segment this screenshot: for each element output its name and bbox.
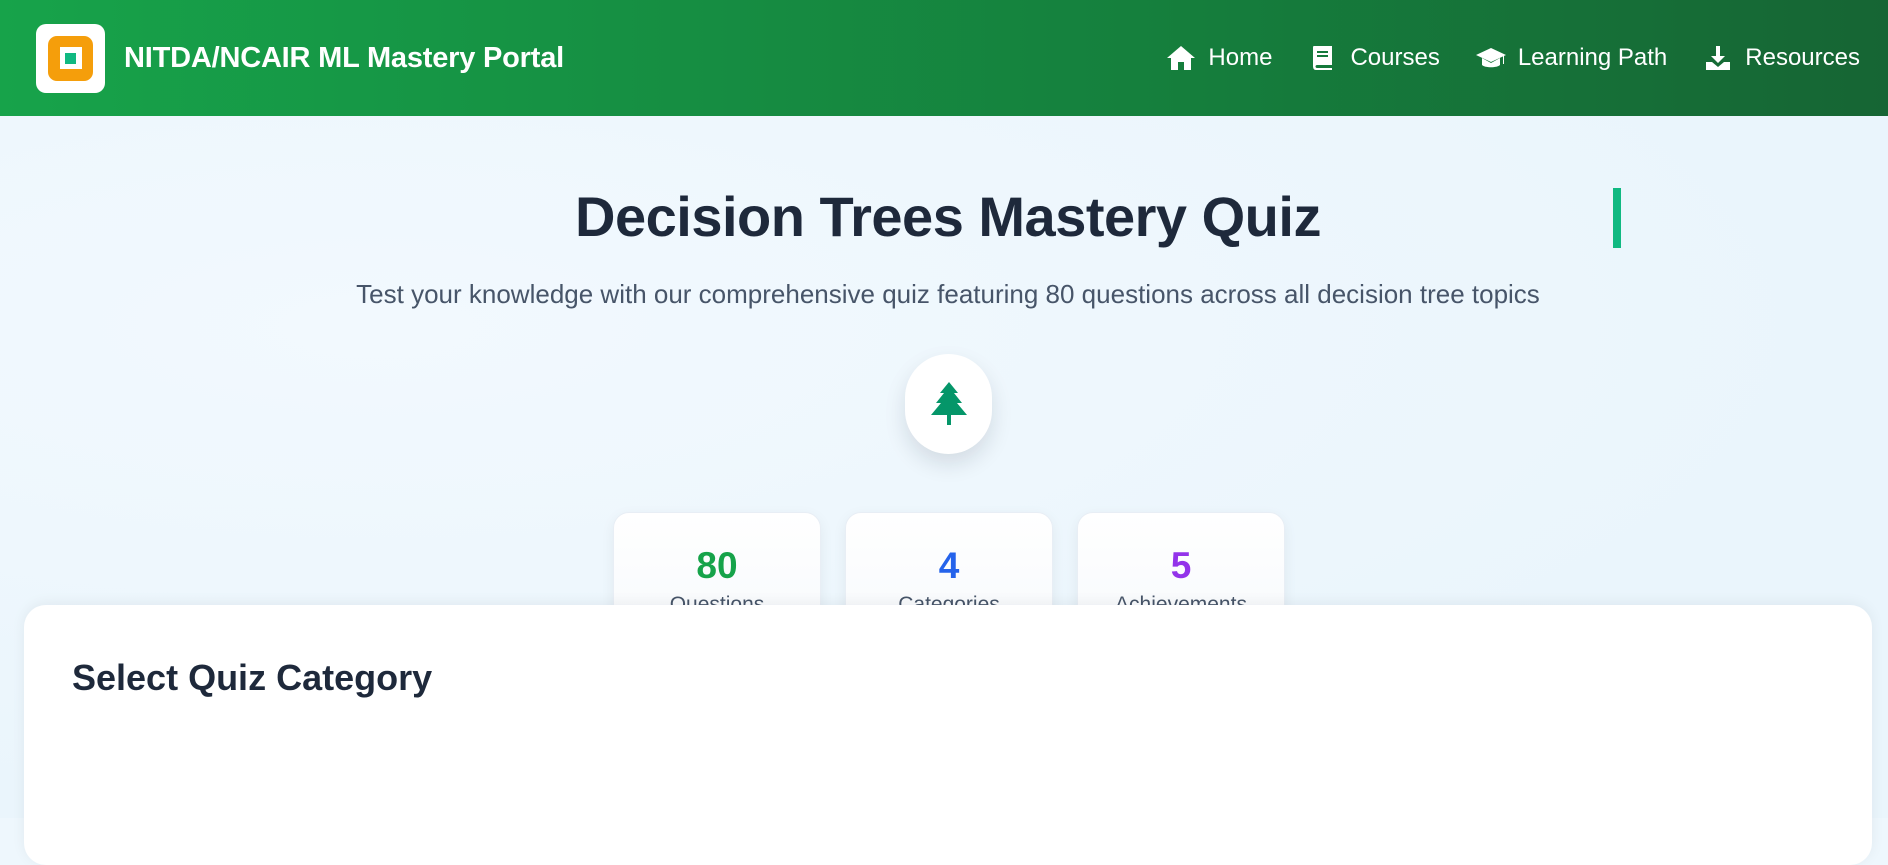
- nav-home[interactable]: Home: [1166, 44, 1272, 72]
- page-title: Decision Trees Mastery Quiz: [575, 185, 1321, 248]
- nav-resources[interactable]: Resources: [1703, 44, 1860, 72]
- nav-courses[interactable]: Courses: [1308, 44, 1440, 72]
- nav-learning-path[interactable]: Learning Path: [1475, 44, 1668, 72]
- nav-home-label: Home: [1208, 44, 1273, 71]
- download-icon: [1706, 46, 1731, 70]
- tree-badge: [905, 354, 992, 454]
- nav-courses-label: Courses: [1350, 44, 1440, 71]
- nav-links: Home Courses Learning Path Resources: [1130, 44, 1860, 72]
- tree-icon: [930, 382, 967, 425]
- quiz-category-panel: Select Quiz Category: [24, 605, 1872, 865]
- top-navbar: NITDA/NCAIR ML Mastery Portal Home Cours…: [0, 0, 1888, 116]
- panel-title: Select Quiz Category: [72, 657, 433, 698]
- page-subtitle: Test your knowledge with our comprehensi…: [356, 279, 1540, 309]
- home-icon: [1167, 46, 1196, 70]
- book-icon: [1313, 46, 1333, 70]
- stat-value: 5: [1170, 545, 1192, 586]
- brand-title: NITDA/NCAIR ML Mastery Portal: [124, 41, 565, 74]
- brand[interactable]: NITDA/NCAIR ML Mastery Portal: [36, 23, 565, 93]
- graduation-cap-icon: [1475, 48, 1506, 68]
- stat-value: 80: [696, 545, 738, 586]
- nav-learning-path-label: Learning Path: [1517, 44, 1668, 71]
- logo: [36, 23, 105, 93]
- nav-resources-label: Resources: [1745, 44, 1860, 71]
- stat-value: 4: [938, 545, 960, 586]
- text-cursor-accent: [1613, 188, 1621, 248]
